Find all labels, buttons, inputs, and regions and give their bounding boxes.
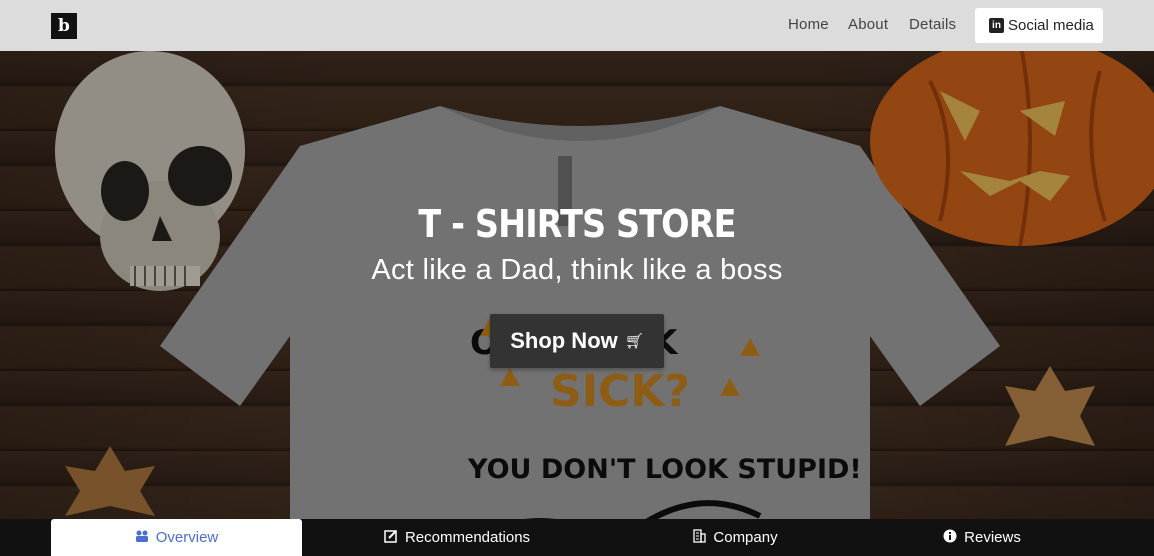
tab-company-label: Company [713,529,778,546]
users-icon [135,529,149,546]
tab-overview[interactable]: Overview [51,519,302,556]
edit-icon [384,529,398,546]
shop-now-label: Shop Now [510,328,618,353]
tab-recommendations[interactable]: Recommendations [302,519,612,556]
tab-overview-label: Overview [155,529,219,546]
tab-recommendations-label: Recommendations [404,529,531,546]
tab-reviews-label: Reviews [964,529,1021,546]
linkedin-icon: in [989,18,1004,33]
hero-subtitle: Act like a Dad, think like a boss [371,254,783,286]
building-icon [692,529,707,546]
tab-company[interactable]: Company [612,519,858,556]
social-media-label: Social media [1008,17,1094,34]
social-media-button[interactable]: in Social media [975,8,1103,43]
nav-home-link[interactable]: Home [788,16,829,33]
brand-logo[interactable]: b [51,13,77,39]
hero-title: T - SHIRTS STORE [418,202,736,246]
info-icon [943,529,957,546]
tab-reviews[interactable]: Reviews [858,519,1106,556]
top-navbar: b Home About Details in Social media [0,0,1154,51]
nav-details-link[interactable]: Details [909,16,956,33]
cart-icon: 🛒︎ [624,333,644,350]
hero-banner: ON'T LOOK SICK? YOU DON'T LOOK STUPID! [0,51,1154,519]
section-tabs: Overview Recommendations Company Reviews [0,519,1154,556]
nav-about-link[interactable]: About [848,16,888,33]
shop-now-button[interactable]: Shop Now 🛒︎ [490,314,664,368]
